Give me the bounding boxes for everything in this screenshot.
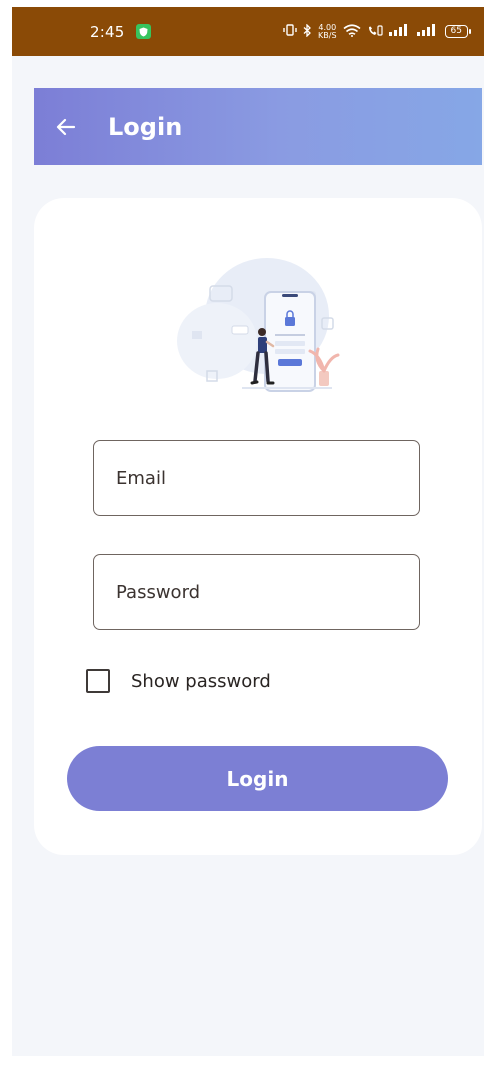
- bluetooth-icon: [303, 22, 312, 40]
- show-password-label: Show password: [131, 670, 271, 692]
- page-title: Login: [108, 112, 183, 141]
- status-time: 2:45: [90, 22, 125, 41]
- arrow-left-icon[interactable]: [54, 115, 78, 139]
- email-field[interactable]: [93, 440, 420, 516]
- app-bar: Login: [34, 88, 482, 165]
- battery-icon: 65: [444, 25, 472, 38]
- volte-call-icon: [367, 24, 383, 40]
- wifi-icon: [343, 23, 361, 40]
- signal-icon-2: [416, 24, 439, 39]
- show-password-toggle[interactable]: Show password: [86, 669, 271, 693]
- vibrate-icon: [283, 24, 297, 39]
- network-speed: 4.00 KB/S: [318, 23, 337, 40]
- shield-icon: [136, 24, 152, 39]
- signal-icon: [388, 24, 411, 39]
- status-bar: 2:45 4.00 KB/S 65: [12, 7, 484, 56]
- status-icons: 4.00 KB/S 65: [283, 22, 472, 40]
- login-button[interactable]: Login: [67, 746, 448, 811]
- login-card: Show password Login: [34, 198, 482, 855]
- password-field[interactable]: [93, 554, 420, 630]
- network-speed-unit: KB/S: [318, 30, 337, 40]
- login-illustration: [172, 256, 342, 396]
- show-password-checkbox[interactable]: [86, 669, 110, 693]
